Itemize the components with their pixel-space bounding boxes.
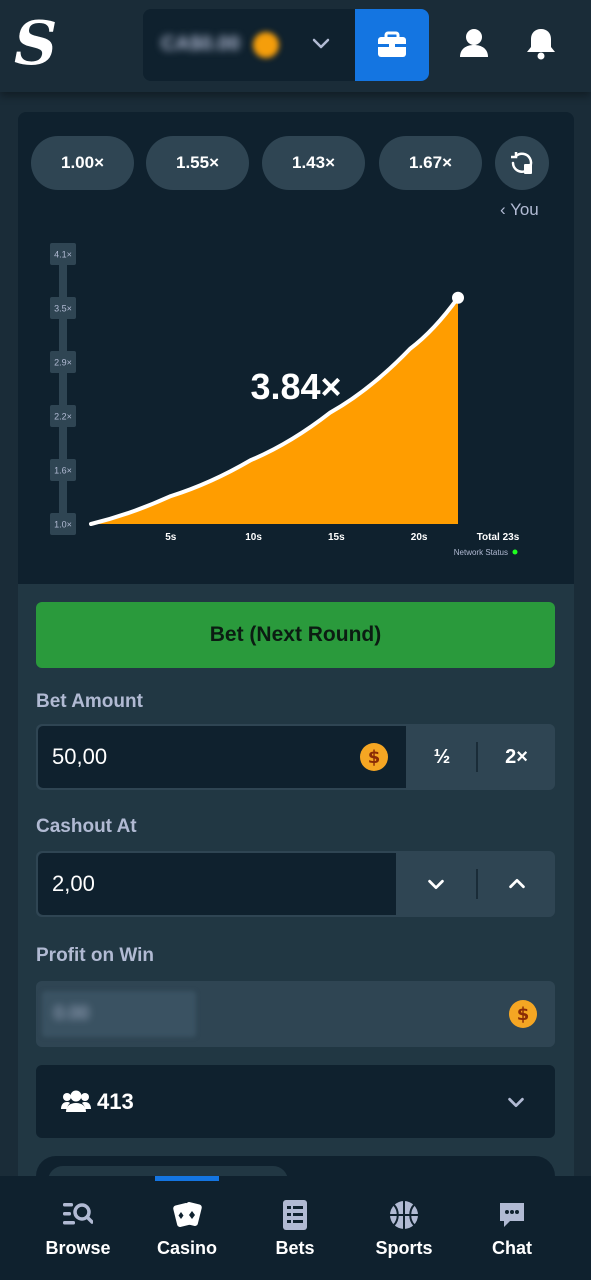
nav-sports[interactable]: Sports	[364, 1176, 444, 1280]
nav-active-indicator	[155, 1176, 219, 1181]
players-dropdown[interactable]: 413	[36, 1065, 555, 1138]
profit-label: Profit on Win	[36, 945, 155, 966]
dollar-coin-icon: $	[509, 1000, 537, 1028]
user-icon[interactable]	[456, 25, 492, 61]
profit-value: 0.00	[54, 1003, 90, 1023]
bet-button[interactable]: Bet (Next Round)	[36, 602, 555, 668]
x-tick-label: 5s	[165, 532, 177, 543]
x-tick-label: 15s	[328, 532, 345, 543]
double-bet-button[interactable]: 2×	[478, 724, 555, 790]
x-tick-label: 10s	[245, 532, 262, 543]
half-bet-button[interactable]: ½	[406, 724, 478, 790]
players-count: 413	[97, 1089, 134, 1114]
x-tick-label: Total 23s	[477, 532, 520, 543]
wallet-selector[interactable]: CA$0.00	[143, 9, 429, 81]
nav-label: Casino	[156, 1238, 217, 1258]
x-tick-label: 20s	[411, 532, 428, 543]
y-tick-label: 1.6×	[54, 466, 72, 476]
nav-bets[interactable]: Bets	[255, 1176, 335, 1280]
currency-coin-icon	[253, 32, 279, 58]
network-status-dot	[512, 549, 518, 555]
nav-browse[interactable]: Browse	[38, 1176, 118, 1280]
wallet-button[interactable]	[355, 9, 429, 81]
nav-chat[interactable]: Chat	[472, 1176, 552, 1280]
network-status-label: Network Status	[454, 548, 508, 557]
profit-field: 0.00 $	[36, 981, 555, 1047]
chevron-up-icon	[508, 878, 525, 889]
y-tick-label: 1.0×	[54, 520, 72, 530]
chat-icon	[495, 1198, 529, 1232]
y-tick-label: 2.9×	[54, 358, 72, 368]
y-tick-label: 3.5×	[54, 304, 72, 314]
bottom-nav: Browse Casino Bets Sports Chat	[0, 1176, 591, 1280]
chevron-down-icon[interactable]	[309, 31, 333, 55]
chevron-down-icon	[428, 879, 444, 890]
users-icon	[61, 1090, 91, 1112]
dollar-coin-icon: $	[360, 743, 388, 771]
crash-chart: 4.1× 3.5× 2.9× 2.2× 1.6× 1.0× 5s 10s 15s 20s Total…	[50, 243, 520, 557]
top-header: S CA$0.00	[0, 0, 591, 92]
cashout-group	[36, 851, 555, 917]
browse-icon	[61, 1198, 95, 1232]
cashout-input[interactable]	[38, 853, 396, 915]
cashout-increase-button[interactable]	[478, 851, 555, 917]
y-tick-label: 4.1×	[54, 250, 72, 260]
casino-icon	[170, 1198, 204, 1232]
nav-label: Chat	[492, 1238, 532, 1258]
crash-game-panel: 1.00× 1.55× 1.43× 1.67× ‹ You 4.1× 3.5× 2.…	[18, 112, 574, 584]
bell-icon[interactable]	[523, 25, 559, 61]
stake-logo-icon[interactable]: S	[14, 14, 58, 76]
curve-endpoint	[452, 291, 464, 304]
bets-icon	[278, 1198, 312, 1232]
y-axis-bar	[59, 252, 67, 534]
sports-icon	[387, 1198, 421, 1232]
bet-amount-label: Bet Amount	[36, 691, 143, 712]
nav-casino[interactable]: Casino	[147, 1176, 227, 1280]
chevron-down-icon	[508, 1097, 524, 1108]
y-tick-label: 2.2×	[54, 412, 72, 422]
wallet-balance: CA$0.00	[161, 33, 240, 55]
nav-label: Sports	[375, 1238, 433, 1258]
bet-amount-group: $ ½ 2×	[36, 724, 555, 790]
nav-label: Browse	[45, 1238, 111, 1258]
nav-label: Bets	[275, 1238, 315, 1258]
bet-amount-input[interactable]	[38, 726, 406, 788]
curve-area	[91, 297, 458, 524]
current-multiplier: 3.84×	[250, 366, 341, 407]
cashout-label: Cashout At	[36, 816, 137, 837]
wallet-icon	[378, 31, 406, 57]
cashout-decrease-button[interactable]	[396, 851, 476, 917]
